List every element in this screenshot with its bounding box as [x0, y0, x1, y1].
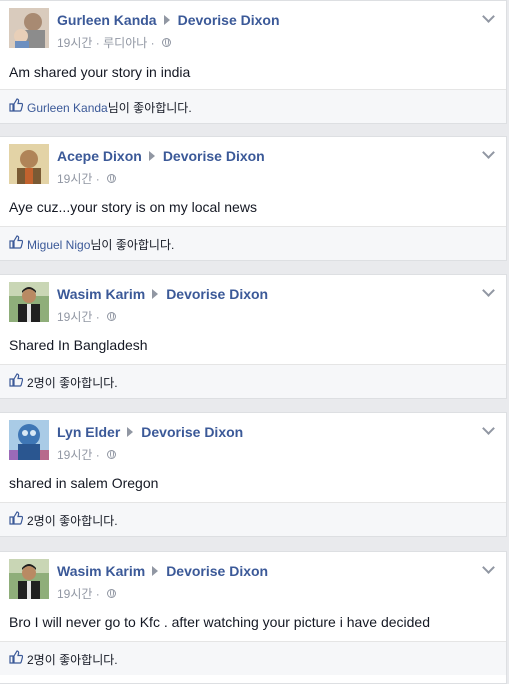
like-summary[interactable]: 2명이 좋아합니다.: [27, 651, 118, 668]
timestamp[interactable]: 19시간: [57, 36, 92, 50]
post-meta: 19시간 ·: [57, 446, 117, 463]
post-text: Shared In Bangladesh: [9, 337, 148, 353]
post-header: Wasim Karim Devorise Dixon: [57, 286, 268, 302]
like-bar: Gurleen Kanda님이 좋아합니다.: [0, 89, 506, 123]
post-meta: 19시간 ·: [57, 308, 117, 325]
avatar[interactable]: [9, 8, 49, 48]
avatar[interactable]: [9, 144, 49, 184]
like-bar: Miguel Nigo님이 좋아합니다.: [0, 226, 506, 260]
like-bar: 2명이 좋아합니다.: [0, 641, 506, 675]
author-link[interactable]: Wasim Karim: [57, 286, 145, 302]
thumbs-up-icon[interactable]: [9, 98, 23, 112]
target-link[interactable]: Devorise Dixon: [166, 563, 268, 579]
post-header: Gurleen Kanda Devorise Dixon: [57, 12, 280, 28]
arrow-right-icon: [152, 289, 159, 300]
timestamp[interactable]: 19시간: [57, 310, 92, 324]
post-meta: 19시간 ·: [57, 585, 117, 602]
author-link[interactable]: Lyn Elder: [57, 424, 120, 440]
globe-icon[interactable]: [161, 38, 171, 48]
post-header: Acepe Dixon Devorise Dixon: [57, 148, 265, 164]
globe-icon[interactable]: [107, 312, 117, 322]
target-link[interactable]: Devorise Dixon: [163, 148, 265, 164]
comment-post: Wasim Karim Devorise Dixon 19시간 · Bro I w…: [0, 551, 507, 684]
timestamp[interactable]: 19시간: [57, 587, 92, 601]
post-header: Lyn Elder Devorise Dixon: [57, 424, 243, 440]
author-link[interactable]: Wasim Karim: [57, 563, 145, 579]
arrow-right-icon: [127, 427, 134, 438]
like-bar: 2명이 좋아합니다.: [0, 364, 506, 398]
globe-icon[interactable]: [107, 174, 117, 184]
like-summary: Miguel Nigo님이 좋아합니다.: [27, 238, 175, 252]
author-link[interactable]: Gurleen Kanda: [57, 12, 157, 28]
thumbs-up-icon[interactable]: [9, 511, 23, 525]
target-link[interactable]: Devorise Dixon: [178, 12, 280, 28]
like-summary: Gurleen Kanda님이 좋아합니다.: [27, 101, 192, 115]
like-bar: 2명이 좋아합니다.: [0, 502, 506, 536]
avatar[interactable]: [9, 420, 49, 460]
target-link[interactable]: Devorise Dixon: [141, 424, 243, 440]
post-text: Bro I will never go to Kfc . after watch…: [9, 614, 430, 630]
thumbs-up-icon[interactable]: [9, 650, 23, 664]
chevron-down-icon[interactable]: [482, 284, 495, 297]
timestamp[interactable]: 19시간: [57, 172, 92, 186]
comment-post: Acepe Dixon Devorise Dixon 19시간 · Aye cuz…: [0, 136, 507, 261]
liker-link[interactable]: Miguel Nigo: [27, 238, 90, 252]
author-link[interactable]: Acepe Dixon: [57, 148, 142, 164]
liker-link[interactable]: Gurleen Kanda: [27, 101, 108, 115]
thumbs-up-icon[interactable]: [9, 373, 23, 387]
comment-post: Lyn Elder Devorise Dixon 19시간 · shared in…: [0, 412, 507, 537]
avatar[interactable]: [9, 559, 49, 599]
comment-post: Gurleen Kanda Devorise Dixon 19시간 · 루디아나 …: [0, 0, 507, 124]
comment-post: Wasim Karim Devorise Dixon 19시간 · Shared …: [0, 274, 507, 399]
like-summary[interactable]: 2명이 좋아합니다.: [27, 374, 118, 391]
post-header: Wasim Karim Devorise Dixon: [57, 563, 268, 579]
post-text: Aye cuz...your story is on my local news: [9, 199, 257, 215]
target-link[interactable]: Devorise Dixon: [166, 286, 268, 302]
arrow-right-icon: [152, 566, 159, 577]
timestamp[interactable]: 19시간: [57, 448, 92, 462]
globe-icon[interactable]: [107, 589, 117, 599]
globe-icon[interactable]: [107, 450, 117, 460]
arrow-right-icon: [148, 151, 155, 162]
post-text: shared in salem Oregon: [9, 475, 159, 491]
chevron-down-icon[interactable]: [482, 422, 495, 435]
arrow-right-icon: [163, 15, 170, 26]
chevron-down-icon[interactable]: [482, 561, 495, 574]
chevron-down-icon[interactable]: [482, 146, 495, 159]
avatar[interactable]: [9, 282, 49, 322]
location[interactable]: 루디아나: [103, 36, 147, 50]
thumbs-up-icon[interactable]: [9, 235, 23, 249]
like-summary[interactable]: 2명이 좋아합니다.: [27, 512, 118, 529]
post-meta: 19시간 ·: [57, 170, 117, 187]
chevron-down-icon[interactable]: [482, 10, 495, 23]
post-meta: 19시간 · 루디아나 ·: [57, 34, 171, 51]
post-text: Am shared your story in india: [9, 64, 191, 80]
